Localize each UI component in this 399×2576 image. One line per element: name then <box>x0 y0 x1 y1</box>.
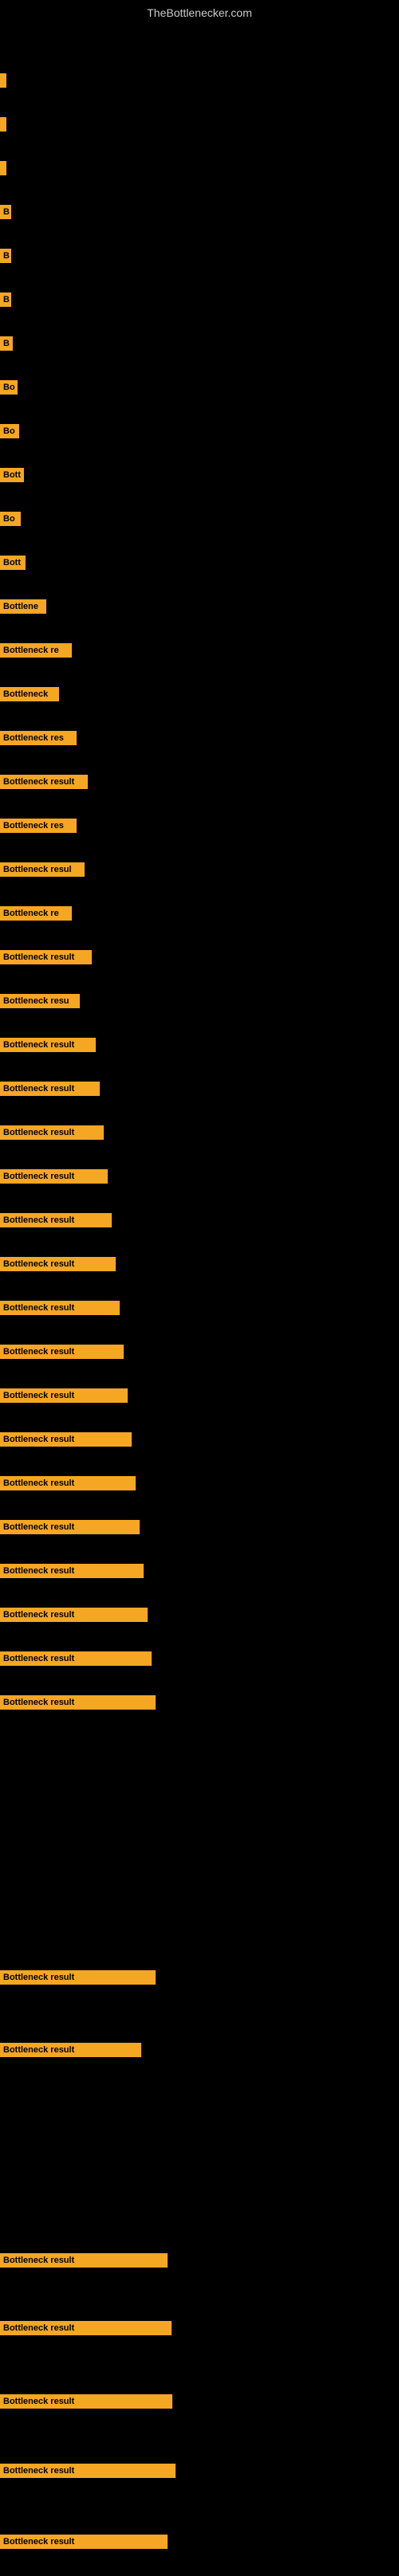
bar-row: Bottlene <box>0 599 46 614</box>
bottleneck-result-bar: Bottleneck res <box>0 819 77 833</box>
bottleneck-result-bar: Bottleneck result <box>0 1970 156 1985</box>
bar-row: Bottleneck result <box>0 1038 96 1052</box>
bottleneck-result-bar <box>0 161 6 175</box>
bottleneck-result-bar: Bottleneck result <box>0 2535 168 2549</box>
bar-row: Bottleneck result <box>0 2535 168 2549</box>
bottleneck-result-bar: Bottleneck result <box>0 1476 136 1490</box>
bottleneck-result-bar: Bottleneck result <box>0 1388 128 1403</box>
bar-row: B <box>0 249 11 263</box>
bottleneck-result-bar: Bottleneck result <box>0 1213 112 1227</box>
bottleneck-result-bar: Bottleneck re <box>0 906 72 921</box>
bar-row: Bottleneck resu <box>0 994 80 1008</box>
bottleneck-result-bar: Bottleneck <box>0 687 59 701</box>
bar-row: Bottleneck result <box>0 1520 140 1534</box>
bar-row: Bottleneck re <box>0 643 72 658</box>
bottleneck-result-bar: B <box>0 336 13 351</box>
bar-row <box>0 161 6 175</box>
site-title: TheBottlenecker.com <box>0 0 399 26</box>
bottleneck-result-bar: Bottleneck res <box>0 731 77 745</box>
bar-row: Bo <box>0 424 19 438</box>
bottleneck-result-bar: Bott <box>0 556 26 570</box>
bar-row: Bo <box>0 380 18 395</box>
bar-row: Bottleneck resul <box>0 862 85 877</box>
bottleneck-result-bar: Bottleneck result <box>0 2043 141 2057</box>
bar-row: Bottleneck result <box>0 2253 168 2268</box>
bar-row: Bottleneck result <box>0 2394 172 2409</box>
bottleneck-result-bar: B <box>0 249 11 263</box>
bottleneck-result-bar: Bottleneck result <box>0 1082 100 1096</box>
bottleneck-result-bar: Bottleneck result <box>0 1520 140 1534</box>
bottleneck-result-bar: Bottleneck result <box>0 1301 120 1315</box>
bottleneck-result-bar: Bottleneck re <box>0 643 72 658</box>
bar-row: Bottleneck result <box>0 1169 108 1184</box>
bottleneck-result-bar: Bottleneck resul <box>0 862 85 877</box>
bottleneck-result-bar: Bott <box>0 468 24 482</box>
bar-row: Bottleneck result <box>0 1432 132 1447</box>
bottleneck-result-bar: Bo <box>0 512 21 526</box>
bottleneck-result-bar: Bottleneck result <box>0 775 88 789</box>
bar-row: Bottleneck result <box>0 1301 120 1315</box>
bar-row: Bottleneck res <box>0 731 77 745</box>
bottleneck-result-bar: Bottleneck result <box>0 2321 172 2335</box>
bottleneck-result-bar: Bottleneck resu <box>0 994 80 1008</box>
bar-row: Bottleneck result <box>0 1695 156 1710</box>
bar-row: Bottleneck result <box>0 775 88 789</box>
bar-row: Bottleneck result <box>0 950 92 964</box>
bottleneck-result-bar: Bottleneck result <box>0 950 92 964</box>
bar-row: Bottleneck result <box>0 1476 136 1490</box>
bar-row: Bottleneck result <box>0 1125 104 1140</box>
bar-row: Bottleneck result <box>0 1608 148 1622</box>
bar-row: Bottleneck result <box>0 1257 116 1271</box>
bottleneck-result-bar: Bottleneck result <box>0 1169 108 1184</box>
bar-row <box>0 73 6 88</box>
bottleneck-result-bar: Bottleneck result <box>0 1608 148 1622</box>
bottleneck-result-bar: Bottleneck result <box>0 1651 152 1666</box>
bar-row: Bottleneck result <box>0 1345 124 1359</box>
bar-row: Bottleneck result <box>0 1651 152 1666</box>
bottleneck-result-bar <box>0 73 6 88</box>
bottleneck-result-bar: Bottleneck result <box>0 1564 144 1578</box>
bar-row <box>0 117 6 132</box>
bottleneck-result-bar: Bottleneck result <box>0 1345 124 1359</box>
bar-row: Bottleneck result <box>0 2043 141 2057</box>
bar-row: Bottleneck <box>0 687 59 701</box>
bottleneck-result-bar: B <box>0 293 11 307</box>
bar-row: Bott <box>0 556 26 570</box>
bar-row: Bottleneck result <box>0 1213 112 1227</box>
bottleneck-result-bar: Bottleneck result <box>0 2464 176 2478</box>
bottleneck-result-bar <box>0 117 6 132</box>
bottleneck-result-bar: Bottlene <box>0 599 46 614</box>
bar-row: Bo <box>0 512 21 526</box>
bottleneck-result-bar: Bottleneck result <box>0 1125 104 1140</box>
bottleneck-result-bar: Bottleneck result <box>0 2394 172 2409</box>
bottleneck-result-bar: Bottleneck result <box>0 1695 156 1710</box>
bar-row: Bottleneck result <box>0 2321 172 2335</box>
bar-row: Bottleneck result <box>0 1082 100 1096</box>
bar-row: Bottleneck res <box>0 819 77 833</box>
bar-row: Bottleneck re <box>0 906 72 921</box>
bar-row: Bott <box>0 468 24 482</box>
bottleneck-result-bar: Bo <box>0 380 18 395</box>
bar-row: B <box>0 205 11 219</box>
bar-row: B <box>0 336 13 351</box>
bottleneck-result-bar: Bottleneck result <box>0 2253 168 2268</box>
bottleneck-result-bar: Bottleneck result <box>0 1432 132 1447</box>
bottleneck-result-bar: Bottleneck result <box>0 1257 116 1271</box>
bar-row: Bottleneck result <box>0 1970 156 1985</box>
bar-row: Bottleneck result <box>0 1564 144 1578</box>
bottleneck-result-bar: Bottleneck result <box>0 1038 96 1052</box>
bottleneck-result-bar: Bo <box>0 424 19 438</box>
bar-row: Bottleneck result <box>0 1388 128 1403</box>
bar-row: B <box>0 293 11 307</box>
bar-row: Bottleneck result <box>0 2464 176 2478</box>
bottleneck-result-bar: B <box>0 205 11 219</box>
